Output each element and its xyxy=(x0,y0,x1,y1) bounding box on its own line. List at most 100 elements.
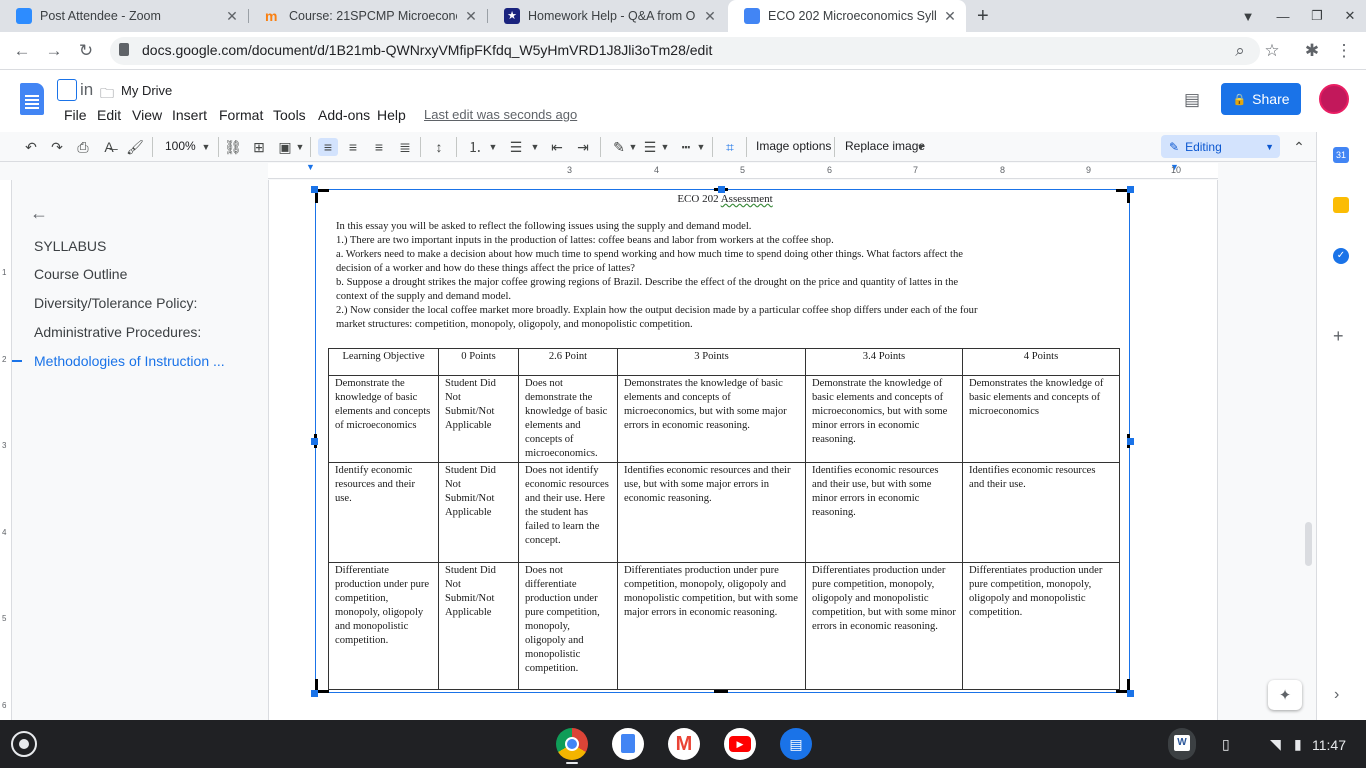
tasks-icon[interactable]: ✓ xyxy=(1333,248,1349,264)
avatar[interactable] xyxy=(1319,84,1349,114)
crop-edge-handle[interactable] xyxy=(714,690,728,693)
chevron-down-icon[interactable]: ▼ xyxy=(488,138,498,156)
document-title-input[interactable] xyxy=(57,79,77,101)
resize-handle[interactable] xyxy=(1127,186,1134,193)
tab-moodle[interactable]: m Course: 21SPCMP Microeconom ✕ xyxy=(249,0,487,32)
resize-handle[interactable] xyxy=(311,186,318,193)
menu-format[interactable]: Format xyxy=(219,107,263,123)
gmail-app[interactable]: M xyxy=(668,728,700,760)
last-edit-link[interactable]: Last edit was seconds ago xyxy=(424,107,577,122)
resize-handle[interactable] xyxy=(1127,438,1134,445)
menu-help[interactable]: Help xyxy=(377,107,406,123)
outline-item-course-outline[interactable]: Course Outline xyxy=(34,266,127,282)
resize-handle[interactable] xyxy=(311,438,318,445)
back-icon[interactable]: ← xyxy=(10,40,34,62)
close-tab-icon[interactable]: ✕ xyxy=(702,8,718,24)
zoom-icon[interactable]: ⌕ xyxy=(1228,40,1252,62)
minimize-icon[interactable]: — xyxy=(1273,6,1293,26)
explore-button[interactable]: ✦ xyxy=(1268,680,1302,710)
phone-hub-icon[interactable]: ▯ xyxy=(1222,736,1230,753)
close-tab-icon[interactable]: ✕ xyxy=(463,8,479,24)
align-left-icon[interactable]: ≡ xyxy=(318,138,338,156)
new-tab-button[interactable]: + xyxy=(977,5,989,28)
border-weight-icon[interactable]: ☰ xyxy=(641,138,659,156)
bulleted-list-icon[interactable]: ☰ xyxy=(507,138,525,156)
folder-name[interactable]: My Drive xyxy=(121,83,172,98)
resize-handle[interactable] xyxy=(718,186,725,193)
share-button[interactable]: 🔒 Share xyxy=(1221,83,1301,115)
insert-image-icon[interactable]: ▣ xyxy=(276,138,294,156)
close-tab-icon[interactable]: ✕ xyxy=(224,8,240,24)
paint-format-icon[interactable]: 🖌 xyxy=(126,138,144,156)
vertical-ruler[interactable] xyxy=(0,180,12,720)
more-icon[interactable]: ⋮ xyxy=(1332,40,1356,62)
outline-item-administrative[interactable]: Administrative Procedures: xyxy=(34,324,201,340)
crop-icon[interactable]: ⌗ xyxy=(720,138,740,156)
chevron-right-icon[interactable]: › xyxy=(1334,686,1339,704)
reload-icon[interactable]: ↻ xyxy=(74,40,98,62)
spellcheck-icon[interactable]: A̶ xyxy=(100,138,118,156)
left-indent-marker[interactable]: ▼ xyxy=(306,163,316,172)
menu-file[interactable]: File xyxy=(64,107,87,123)
chevron-down-icon[interactable]: ▼ xyxy=(200,138,212,156)
restore-icon[interactable]: ❐ xyxy=(1307,6,1327,26)
tab-homework-help[interactable]: ★ Homework Help - Q&A from Onli ✕ xyxy=(488,0,726,32)
tab-zoom[interactable]: Post Attendee - Zoom ✕ xyxy=(0,0,248,32)
comment-history-icon[interactable]: ▤ xyxy=(1184,90,1204,109)
menu-edit[interactable]: Edit xyxy=(97,107,121,123)
messages-app[interactable]: ▤ xyxy=(780,728,812,760)
tab-search-icon[interactable]: ▼ xyxy=(1238,6,1258,26)
extensions-icon[interactable]: ✱ xyxy=(1300,40,1324,62)
add-icon[interactable]: + xyxy=(1333,326,1344,347)
resize-handle[interactable] xyxy=(1127,690,1134,697)
outline-item-methodologies[interactable]: Methodologies of Instruction ... xyxy=(34,353,225,369)
numbered-list-icon[interactable]: ⒈ xyxy=(466,138,484,156)
menu-tools[interactable]: Tools xyxy=(273,107,306,123)
link-icon[interactable]: ⛓ xyxy=(224,138,242,156)
url-text[interactable]: docs.google.com/document/d/1B21mb-QWNrxy… xyxy=(142,42,712,58)
wifi-icon[interactable]: ◥ xyxy=(1270,736,1281,753)
bookmark-star-icon[interactable]: ☆ xyxy=(1260,40,1284,62)
outline-item-diversity[interactable]: Diversity/Tolerance Policy: xyxy=(34,295,197,311)
outline-item-syllabus[interactable]: SYLLABUS xyxy=(34,238,106,254)
chevron-down-icon[interactable]: ▼ xyxy=(660,138,670,156)
lock-icon[interactable] xyxy=(119,43,129,56)
editing-mode-select[interactable]: ✎ Editing ▼ xyxy=(1161,135,1280,158)
border-color-icon[interactable]: ✎ xyxy=(610,138,628,156)
menu-insert[interactable]: Insert xyxy=(172,107,207,123)
close-outline-icon[interactable]: ← xyxy=(30,203,48,224)
redo-icon[interactable]: ↷ xyxy=(48,138,66,156)
increase-indent-icon[interactable]: ⇥ xyxy=(574,138,592,156)
docs-logo-icon[interactable] xyxy=(20,83,44,115)
close-window-icon[interactable]: ✕ xyxy=(1340,6,1360,26)
chevron-down-icon[interactable]: ▼ xyxy=(295,138,305,156)
chevron-down-icon[interactable]: ▼ xyxy=(530,138,540,156)
calendar-icon[interactable]: 31 xyxy=(1333,147,1349,163)
menu-view[interactable]: View xyxy=(132,107,162,123)
chevron-down-icon[interactable]: ▼ xyxy=(916,138,926,156)
decrease-indent-icon[interactable]: ⇤ xyxy=(548,138,566,156)
chevron-down-icon[interactable]: ▼ xyxy=(628,138,638,156)
close-tab-icon[interactable]: ✕ xyxy=(942,8,958,24)
resize-handle[interactable] xyxy=(311,690,318,697)
scrollbar-thumb[interactable] xyxy=(1305,522,1312,566)
keep-icon[interactable] xyxy=(1333,197,1349,213)
tab-eco202[interactable]: ECO 202 Microeconomics Syllab ✕ xyxy=(728,0,966,32)
justify-icon[interactable]: ≣ xyxy=(396,138,414,156)
align-right-icon[interactable]: ≡ xyxy=(370,138,388,156)
align-center-icon[interactable]: ≡ xyxy=(344,138,362,156)
undo-icon[interactable]: ↶ xyxy=(22,138,40,156)
add-comment-icon[interactable]: ⊞ xyxy=(250,138,268,156)
folder-icon[interactable]: 🗀 xyxy=(100,83,114,107)
battery-icon[interactable]: ▮ xyxy=(1294,736,1302,753)
document-title-suffix[interactable]: in xyxy=(80,80,93,100)
clock[interactable]: 11:47 xyxy=(1312,737,1346,753)
forward-icon[interactable]: → xyxy=(42,40,66,62)
border-dash-icon[interactable]: ┅ xyxy=(677,138,695,156)
zoom-select[interactable]: 100% xyxy=(165,139,196,153)
chevron-down-icon[interactable]: ▼ xyxy=(696,138,706,156)
replace-image-button[interactable]: Replace image xyxy=(845,139,925,153)
print-icon[interactable]: ⎙ xyxy=(74,138,92,156)
launcher-button[interactable] xyxy=(11,731,37,757)
menu-addons[interactable]: Add-ons xyxy=(318,107,370,123)
